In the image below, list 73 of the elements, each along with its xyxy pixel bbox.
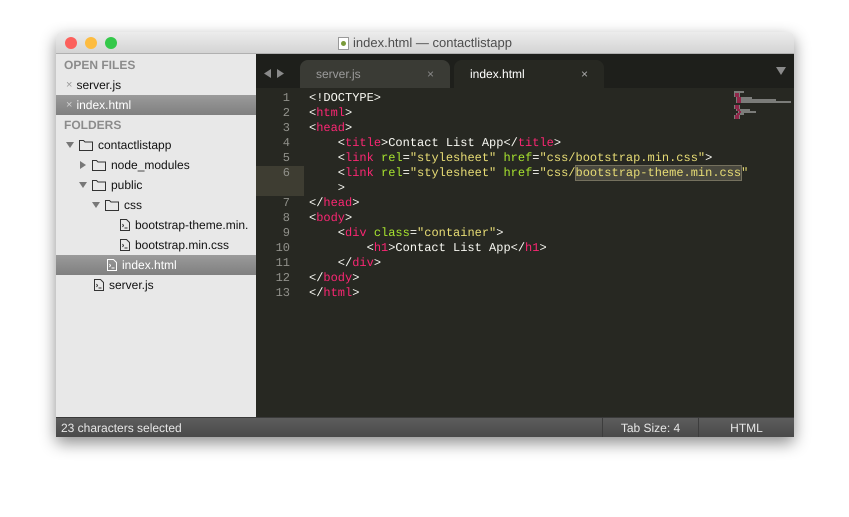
code-line: <head> [308, 121, 352, 136]
line-number: 13 [276, 286, 290, 300]
file-icon [120, 219, 130, 231]
file-name: css [124, 197, 142, 214]
code-line: <html> [308, 106, 352, 121]
tree-item[interactable]: bootstrap.min.css [56, 235, 256, 255]
file-name: public [111, 177, 142, 194]
file-name: server.js [109, 277, 154, 294]
file-icon [120, 239, 130, 251]
folder-icon [92, 160, 106, 170]
line-number: 10 [276, 241, 290, 255]
folder-icon [92, 180, 106, 190]
line-number: 8 [282, 211, 290, 225]
line-number: 3 [282, 121, 290, 135]
code-line: <!DOCTYPE> [308, 91, 382, 106]
window-title: index.html — contactlistapp [353, 34, 512, 52]
line-number: 9 [282, 226, 290, 240]
right-arrow-icon[interactable] [277, 69, 284, 78]
tree-item[interactable]: css [56, 195, 256, 215]
section-header: OPEN FILES [63, 57, 136, 74]
code-line: <h1>Contact List App</h1> [366, 241, 547, 256]
selected-text: bootstrap-theme.min.css [576, 166, 742, 180]
editor-tab[interactable]: index.html × [454, 60, 604, 88]
folder-icon [105, 200, 119, 210]
tree-item[interactable]: node_modules [56, 155, 256, 175]
code-line: <link rel="stylesheet" href="css/bootstrap.min.css"> [336, 151, 712, 166]
close-icon[interactable]: × [580, 65, 588, 83]
line-number: 7 [282, 196, 290, 210]
line-number: 11 [276, 256, 290, 270]
section-header: FOLDERS [63, 117, 122, 134]
expanded-arrow-icon[interactable] [92, 201, 100, 209]
tab-size-setting[interactable]: Tab Size: 4 [602, 418, 698, 437]
syntax-setting[interactable]: HTML [698, 418, 794, 437]
line-number: 6 [282, 166, 290, 180]
file-name: contactlistapp [98, 137, 172, 154]
expanded-arrow-icon[interactable] [66, 141, 74, 149]
close-window-button[interactable] [65, 36, 77, 48]
code-line: <body> [308, 211, 352, 226]
line-number: 5 [282, 151, 290, 165]
folder-icon [79, 140, 93, 150]
line-number: 2 [282, 106, 290, 120]
code-line: <title>Contact List App</title> [336, 136, 562, 151]
expanded-arrow-icon[interactable] [79, 181, 87, 189]
file-name: server.js [76, 77, 122, 94]
document-icon [338, 36, 350, 50]
open-file-item[interactable]: × server.js [56, 75, 256, 95]
minimap-drawing [732, 91, 792, 121]
tree-item[interactable]: bootstrap-theme.min. [56, 215, 256, 235]
code-line: > [336, 181, 346, 196]
left-arrow-icon[interactable] [264, 69, 271, 78]
code-line: </html> [308, 286, 360, 301]
file-icon [94, 279, 104, 291]
line-number: 4 [282, 136, 290, 150]
code-line: </body> [308, 271, 360, 286]
collapsed-arrow-icon[interactable] [79, 161, 87, 169]
file-name: index.html [76, 97, 132, 114]
file-name: index.html [122, 257, 177, 274]
selection-status: 23 characters selected [60, 420, 183, 436]
tree-item[interactable]: contactlistapp [56, 135, 256, 155]
code-line: </div> [336, 256, 382, 271]
code-line: <div class="container"> [336, 226, 504, 241]
tree-item[interactable]: public [56, 175, 256, 195]
code-line: </head> [308, 196, 360, 211]
file-name: bootstrap-theme.min. [135, 217, 248, 234]
line-number: 1 [282, 91, 290, 105]
code-line: <link rel="stylesheet" href="css/bootstrap-theme.min.css" [336, 166, 748, 181]
line-number: 12 [276, 271, 290, 285]
editor-tab[interactable]: server.js × [300, 60, 450, 88]
file-icon [107, 259, 117, 271]
file-name: node_modules [111, 157, 190, 174]
tree-item[interactable]: server.js [56, 275, 256, 295]
file-name: bootstrap.min.css [135, 237, 230, 254]
dropdown-caret-icon[interactable] [776, 67, 786, 75]
